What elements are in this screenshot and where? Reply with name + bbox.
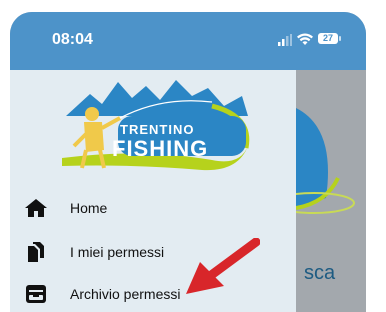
home-icon — [25, 199, 47, 217]
background-logo-fragment — [296, 108, 355, 214]
menu-item-label: I miei permessi — [70, 244, 165, 260]
menu-item-label: Home — [70, 200, 108, 216]
battery-icon: 27 — [318, 33, 342, 46]
signal-icon — [278, 34, 292, 46]
wifi-icon — [297, 33, 313, 45]
background-text: sca — [304, 262, 336, 284]
logo-text-fishing: FISHING — [112, 136, 209, 161]
status-time: 08:04 — [52, 31, 93, 48]
logo-text-trentino: TRENTINO — [120, 122, 195, 137]
documents-icon — [28, 242, 44, 262]
archive-icon — [26, 285, 46, 303]
background-screen: sca — [296, 70, 366, 312]
navigation-drawer: TRENTINO FISHING Home I miei permessi Ar… — [10, 70, 296, 312]
battery-level: 27 — [322, 33, 333, 43]
phone-screen: 08:04 27 sca TRENTINO FISHING Home I mie… — [10, 12, 366, 312]
status-bar: 08:04 27 — [10, 12, 366, 70]
red-arrow-annotation — [186, 238, 260, 294]
menu-item-home[interactable]: Home — [24, 194, 284, 222]
